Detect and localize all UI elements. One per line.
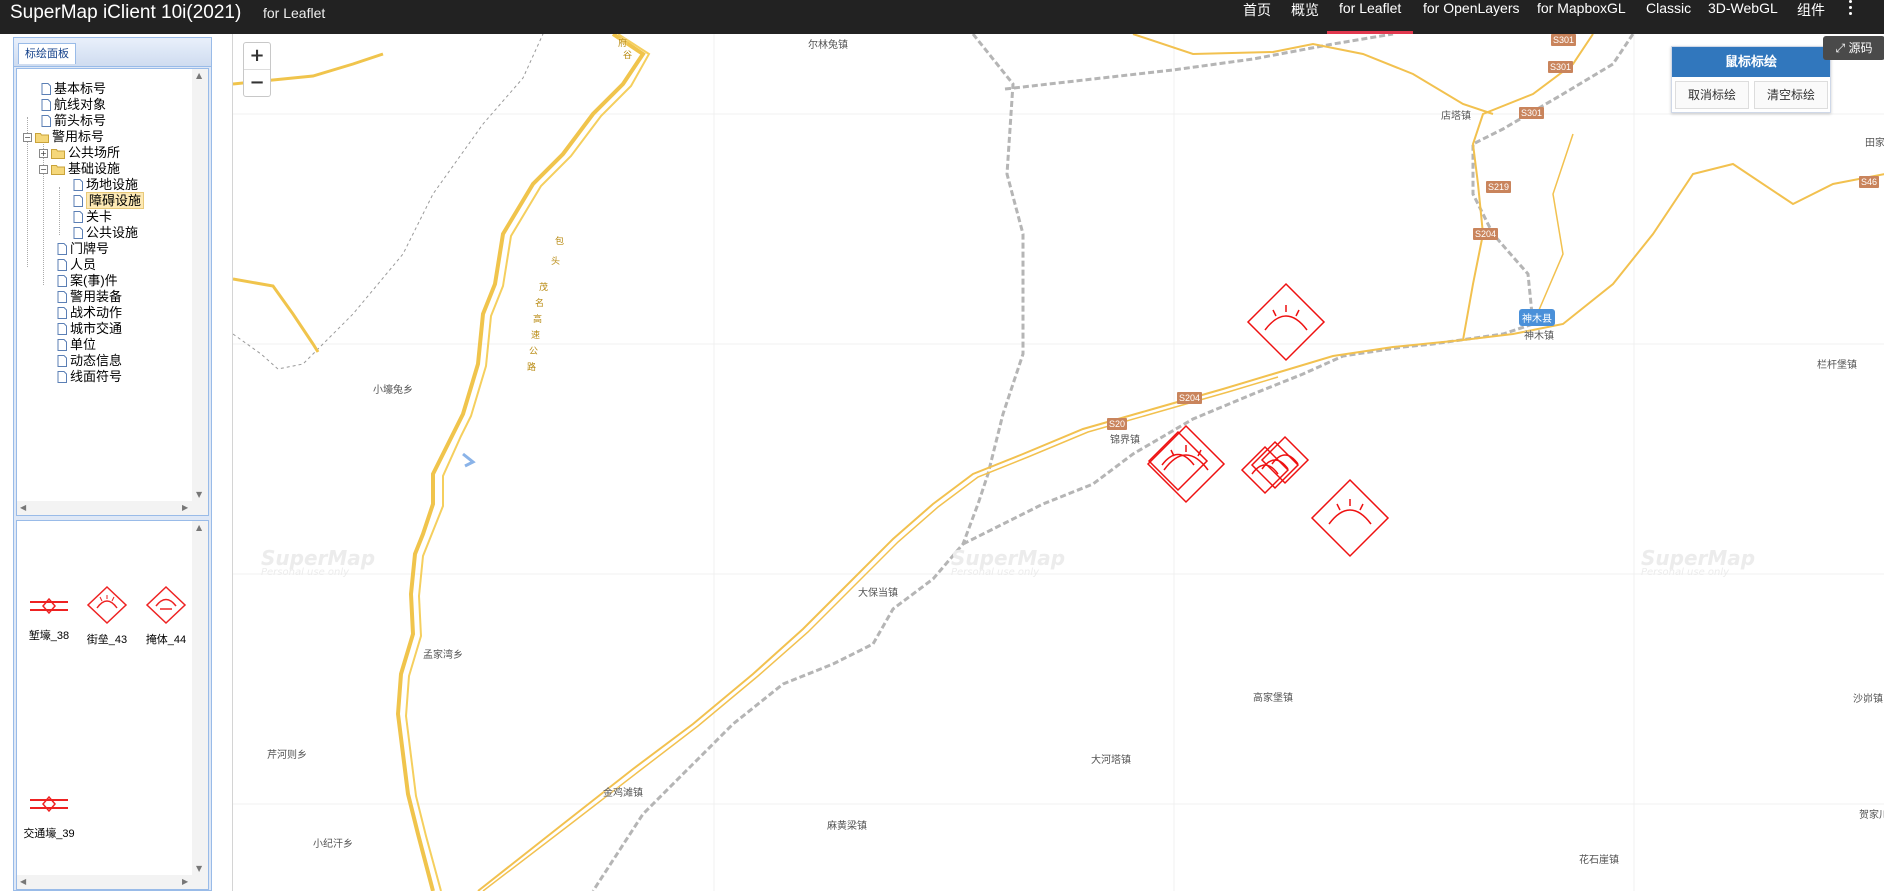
plot-panel: 标绘面板 基本标号 航线对象 箭头标号 − 警用标号 + 公共场所 − 基础设施… xyxy=(13,37,212,891)
collapse-toggle[interactable]: − xyxy=(23,133,32,142)
source-code-button[interactable]: ⤢ 源码 xyxy=(1823,36,1884,60)
tree-item-basic[interactable]: 基本标号 xyxy=(41,81,106,97)
zoom-control: + − xyxy=(243,42,271,97)
scroll-up-icon[interactable]: ▲ xyxy=(196,523,202,532)
barricade-symbol xyxy=(1310,478,1390,558)
tree-item-line-area-symbols[interactable]: 线面符号 xyxy=(57,369,122,385)
symbol-label: 掩体_44 xyxy=(145,634,187,646)
trench-icon xyxy=(30,597,68,615)
nav-3d-webgl[interactable]: 3D-WebGL xyxy=(1708,0,1778,16)
tree-horizontal-scrollbar[interactable]: ◀ ▶ xyxy=(17,501,208,515)
expand-icon: ⤢ xyxy=(1835,41,1846,55)
barricade-symbol xyxy=(1246,282,1326,362)
tree-item-infrastructure[interactable]: 基础设施 xyxy=(51,161,120,177)
nav-overview[interactable]: 概览 xyxy=(1291,0,1319,20)
tree-item-urban-traffic[interactable]: 城市交通 xyxy=(57,321,122,337)
tree-item-arrow[interactable]: 箭头标号 xyxy=(41,113,106,129)
zoom-out-button[interactable]: − xyxy=(244,69,270,96)
source-code-label: 源码 xyxy=(1848,41,1873,55)
barricade-icon xyxy=(86,585,128,625)
tree-item-units[interactable]: 单位 xyxy=(57,337,96,353)
symbol-label: 街垒_43 xyxy=(86,634,128,646)
tree-item-checkpoint[interactable]: 关卡 xyxy=(73,209,112,225)
nav-classic[interactable]: Classic xyxy=(1646,0,1691,16)
nav-components[interactable]: 组件 xyxy=(1797,0,1825,20)
symbol-palette: 堑壕_38 街垒_43 掩体_44 交通壕_39 ▲ ▼ ◀ ▶ xyxy=(16,520,209,890)
palette-vertical-scrollbar[interactable]: ▲ ▼ xyxy=(192,521,208,875)
nav-mapboxgl[interactable]: for MapboxGL xyxy=(1537,0,1626,16)
communication-trench-icon xyxy=(30,795,68,813)
scroll-up-icon[interactable]: ▲ xyxy=(196,71,202,80)
plot-symbols-layer xyxy=(1146,282,1390,558)
bunker-icon xyxy=(145,585,187,625)
zoom-in-button[interactable]: + xyxy=(244,43,270,69)
symbol-label: 堑壕_38 xyxy=(28,630,70,642)
symbol-communication-trench[interactable]: 交通壕_39 xyxy=(21,789,77,841)
palette-horizontal-scrollbar[interactable]: ◀ ▶ xyxy=(17,875,208,889)
map-canvas[interactable]: SuperMap Personal use only SuperMap Person… xyxy=(232,34,1884,891)
tree-item-tactics[interactable]: 战术动作 xyxy=(57,305,122,321)
tree-item-house-number[interactable]: 门牌号 xyxy=(57,241,109,257)
clear-draw-button[interactable]: 清空标绘 xyxy=(1754,81,1828,109)
nav-leaflet[interactable]: for Leaflet xyxy=(1326,0,1414,34)
tree-item-public-facilities[interactable]: 公共设施 xyxy=(73,225,138,241)
tree-vertical-scrollbar[interactable]: ▲ ▼ xyxy=(192,69,208,501)
tree-item-dynamic-info[interactable]: 动态信息 xyxy=(57,353,122,369)
scroll-left-icon[interactable]: ◀ xyxy=(20,503,26,512)
expand-toggle[interactable]: + xyxy=(39,149,48,158)
document-icon xyxy=(57,371,67,387)
tree-item-site-facilities[interactable]: 场地设施 xyxy=(73,177,138,193)
tab-plot-panel[interactable]: 标绘面板 xyxy=(18,43,76,64)
tree-item-cases[interactable]: 案(事)件 xyxy=(57,273,118,289)
barricade-symbol xyxy=(1146,424,1226,504)
symbol-trench[interactable]: 堑壕_38 xyxy=(21,591,77,643)
folder-open-icon xyxy=(35,131,49,147)
more-menu-icon[interactable] xyxy=(1846,0,1854,17)
tree-item-police-equipment[interactable]: 警用装备 xyxy=(57,289,122,305)
tree-item-police[interactable]: 警用标号 xyxy=(35,129,104,145)
brand-subtitle: for Leaflet xyxy=(263,5,326,21)
nav-openlayers[interactable]: for OpenLayers xyxy=(1423,0,1520,16)
symbol-label: 交通壕_39 xyxy=(23,828,75,840)
scroll-left-icon[interactable]: ◀ xyxy=(20,877,26,886)
tree-item-public-places[interactable]: 公共场所 xyxy=(51,145,120,161)
tree-item-personnel[interactable]: 人员 xyxy=(57,257,96,273)
mouse-draw-panel: 鼠标标绘 取消标绘 清空标绘 xyxy=(1671,46,1831,113)
draw-panel-title: 鼠标标绘 xyxy=(1672,47,1830,77)
symbol-barricade[interactable]: 街垒_43 xyxy=(79,585,135,647)
scroll-down-icon[interactable]: ▼ xyxy=(196,864,202,873)
scroll-down-icon[interactable]: ▼ xyxy=(196,490,202,499)
symbol-tree: 基本标号 航线对象 箭头标号 − 警用标号 + 公共场所 − 基础设施 场地设施… xyxy=(16,68,209,516)
folder-open-icon xyxy=(51,163,65,179)
collapse-toggle[interactable]: − xyxy=(39,165,48,174)
brand-title[interactable]: SuperMap iClient 10i(2021) xyxy=(10,2,241,24)
cancel-draw-button[interactable]: 取消标绘 xyxy=(1675,81,1749,109)
tree-item-route[interactable]: 航线对象 xyxy=(41,97,106,113)
symbol-bunker[interactable]: 掩体_44 xyxy=(138,585,194,647)
panel-tabbar: 标绘面板 xyxy=(14,38,211,67)
top-navbar: SuperMap iClient 10i(2021) for Leaflet 首… xyxy=(0,0,1884,34)
tree-item-obstacles[interactable]: 障碍设施 xyxy=(73,192,145,209)
barricade-symbol xyxy=(1240,435,1310,495)
scroll-right-icon[interactable]: ▶ xyxy=(182,877,188,886)
nav-home[interactable]: 首页 xyxy=(1243,0,1271,20)
scroll-right-icon[interactable]: ▶ xyxy=(182,503,188,512)
